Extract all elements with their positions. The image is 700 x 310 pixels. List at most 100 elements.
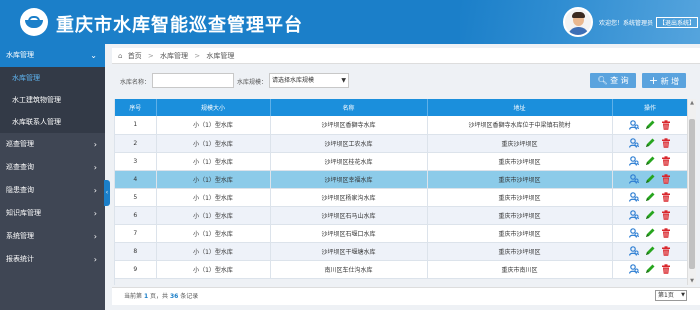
sidebar-item-label: 水库管理 [6,51,34,59]
cell-scale: 小（1）型水库 [156,116,271,135]
table-row[interactable]: 7 小（1）型水库 沙坪坝区石堰口水库 重庆市沙坪坝区 [115,224,687,243]
view-user-icon[interactable] [628,246,640,256]
delete-trash-icon[interactable] [661,228,671,238]
breadcrumb-level2: 水库管理 [206,52,235,60]
logo-icon [20,8,48,36]
table-row[interactable]: 2 小（1）型水库 沙坪坝区工农水库 重庆沙坪坝区 [115,134,687,153]
cell-name: 沙坪坝区干堰塘水库 [270,242,428,261]
table-row[interactable]: 5 小（1）型水库 沙坪坝区杨家沟水库 重庆市沙坪坝区 [115,188,687,207]
cell-name: 沙坪坝区杨家沟水库 [270,188,428,207]
breadcrumb-level1[interactable]: 水库管理 [160,52,188,60]
column-header-name: 名称 [270,99,428,116]
sidebar-item-label: 报表统计 [6,255,34,263]
scroll-down-icon[interactable]: ▼ [688,277,696,285]
reservoir-scale-value: 请选择水库规模 [272,77,315,84]
sidebar-item-label: 系统管理 [6,232,34,240]
chevron-right-icon: › [93,140,97,149]
reservoir-name-label: 水库名称： [120,79,151,86]
cell-name: 沙坪坝区香獅寺水库 [270,116,428,135]
cell-no: 2 [115,134,157,153]
table-row[interactable]: 8 小（1）型水库 沙坪坝区干堰塘水库 重庆市沙坪坝区 [115,242,687,261]
view-user-icon[interactable] [628,174,640,184]
delete-trash-icon[interactable] [661,156,671,166]
edit-pencil-icon[interactable] [645,210,655,220]
delete-trash-icon[interactable] [661,246,671,256]
sidebar-item-hazard-query[interactable]: 隐患查询 › [0,179,105,202]
view-user-icon[interactable] [628,264,640,274]
edit-pencil-icon[interactable] [645,264,655,274]
cell-name: 沙坪坝区工农水库 [270,134,428,153]
sidebar-subitem-hydraulic-structures[interactable]: 水工建筑物管理 [0,89,105,111]
sidebar-item-reports[interactable]: 报表统计 › [0,248,105,271]
sidebar-collapse-handle[interactable]: ‹ [104,180,110,206]
reservoir-scale-label: 水库规模： [237,79,268,86]
column-header-address: 地址 [427,99,613,116]
sidebar-item-label: 巡查查询 [6,163,34,171]
query-button[interactable]: 🔍︎ 查 询 [590,73,636,88]
current-page: 1 [143,293,149,300]
table-scrollbar[interactable]: ▲ ▼ [687,99,696,285]
delete-trash-icon[interactable] [661,210,671,220]
edit-pencil-icon[interactable] [645,156,655,166]
logout-button[interactable]: 【退出系统】 [656,17,699,28]
table-footer: 当前第 1 页，共 36 条记录 [112,287,700,305]
sidebar: 水库管理 ⌄ 水库管理 水工建筑物管理 水库联系人管理 巡查管理 › 巡查查询 › 隐… [0,44,105,310]
edit-pencil-icon[interactable] [645,246,655,256]
cell-address: 重庆市沙坪坝区 [427,242,613,261]
view-user-icon[interactable] [628,228,640,238]
page-select[interactable]: 第1页 ▼ [655,290,687,301]
cell-name: 沙坪坝区幸福水库 [270,170,428,189]
table-row[interactable]: 6 小（1）型水库 沙坪坝区石马山水库 重庆市沙坪坝区 [115,206,687,225]
cell-name: 南川区车仕沟水库 [270,260,428,279]
view-user-icon[interactable] [628,192,640,202]
view-user-icon[interactable] [628,156,640,166]
scrollbar-thumb[interactable] [689,119,695,269]
cell-scale: 小（1）型水库 [156,152,271,171]
chevron-down-icon: ▼ [341,77,346,84]
cell-address: 重庆市沙坪坝区 [427,152,613,171]
edit-pencil-icon[interactable] [645,228,655,238]
sidebar-item-knowledge-base[interactable]: 知识库管理 › [0,202,105,225]
sidebar-item-patrol-management[interactable]: 巡查管理 › [0,133,105,156]
view-user-icon[interactable] [628,119,640,130]
delete-trash-icon[interactable] [661,174,671,184]
reservoir-scale-select[interactable]: 请选择水库规模 ▼ [269,73,349,88]
sidebar-subitem-reservoir[interactable]: 水库管理 [0,67,105,89]
reservoir-table: 序号 规模大小 名称 地址 操作 1 小（1）型水库 沙坪坝区香獅寺水库 沙坪坝区香獅… [114,99,687,285]
table-row[interactable]: 3 小（1）型水库 沙坪坝区桂花水库 重庆市沙坪坝区 [115,152,687,171]
column-header-actions: 操作 [612,99,687,116]
delete-trash-icon[interactable] [661,264,671,274]
table-row[interactable]: 9 小（1）型水库 南川区车仕沟水库 重庆市南川区 [115,260,687,279]
edit-pencil-icon[interactable] [645,138,655,148]
cell-address: 重庆市沙坪坝区 [427,188,613,207]
view-user-icon[interactable] [628,210,640,220]
edit-pencil-icon[interactable] [645,120,655,130]
table-row[interactable]: 1 小（1）型水库 沙坪坝区香獅寺水库 沙坪坝区香獅寺水库位于中梁镇石院村 [115,116,687,135]
home-icon: ⌂ [118,52,123,60]
cell-no: 9 [115,260,157,279]
column-header-no: 序号 [115,99,157,116]
delete-trash-icon[interactable] [661,138,671,148]
edit-pencil-icon[interactable] [645,192,655,202]
sidebar-item-reservoir-management[interactable]: 水库管理 ⌄ [0,44,105,67]
sidebar-item-system-management[interactable]: 系统管理 › [0,225,105,248]
table-row[interactable]: 4 小（1）型水库 沙坪坝区幸福水库 重庆市沙坪坝区 [115,170,687,189]
delete-trash-icon[interactable] [661,192,671,202]
cell-address: 重庆市沙坪坝区 [427,170,613,189]
page-select-value: 第1页 [658,292,674,299]
add-button[interactable]: + 新 增 [642,73,686,88]
edit-pencil-icon[interactable] [645,174,655,184]
view-user-icon[interactable] [628,138,640,148]
sidebar-subitem-contacts[interactable]: 水库联系人管理 [0,111,105,133]
sidebar-item-patrol-query[interactable]: 巡查查询 › [0,156,105,179]
chevron-right-icon: › [93,209,97,218]
delete-trash-icon[interactable] [661,120,671,130]
breadcrumb-home[interactable]: 首页 [128,52,142,60]
scroll-up-icon[interactable]: ▲ [688,99,696,107]
avatar[interactable] [563,7,593,37]
chevron-down-icon: ⌄ [90,51,97,60]
cell-no: 5 [115,188,157,207]
search-bar: 水库名称： 水库规模： 请选择水库规模 ▼ 🔍︎ 查 询 + 新 增 [112,68,700,94]
table-header-row: 序号 规模大小 名称 地址 操作 [115,99,687,116]
reservoir-name-input[interactable] [152,73,234,88]
